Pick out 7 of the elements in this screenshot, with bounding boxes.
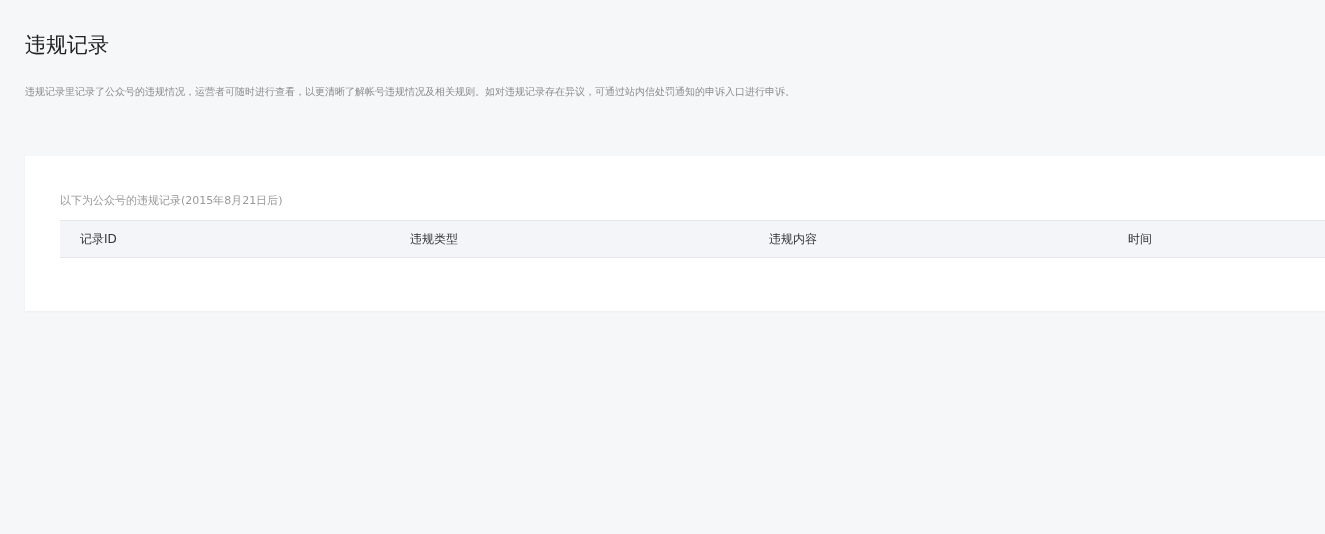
page-description: 违规记录里记录了公众号的违规情况，运营者可随时进行查看，以更清晰了解帐号违规情况及相关规则。如对违规记录存在异议，可通过站内信处罚通知的申诉入口进行申诉。: [25, 85, 796, 99]
page-title: 违规记录: [25, 32, 110, 59]
column-header: 记录ID: [79, 230, 117, 248]
table-caption: 以下为公众号的违规记录(2015年8月21日后): [60, 193, 284, 209]
column-header: 违规内容: [768, 230, 817, 248]
column-header: 违规类型: [409, 230, 458, 248]
column-header: 时间: [1127, 230, 1152, 248]
